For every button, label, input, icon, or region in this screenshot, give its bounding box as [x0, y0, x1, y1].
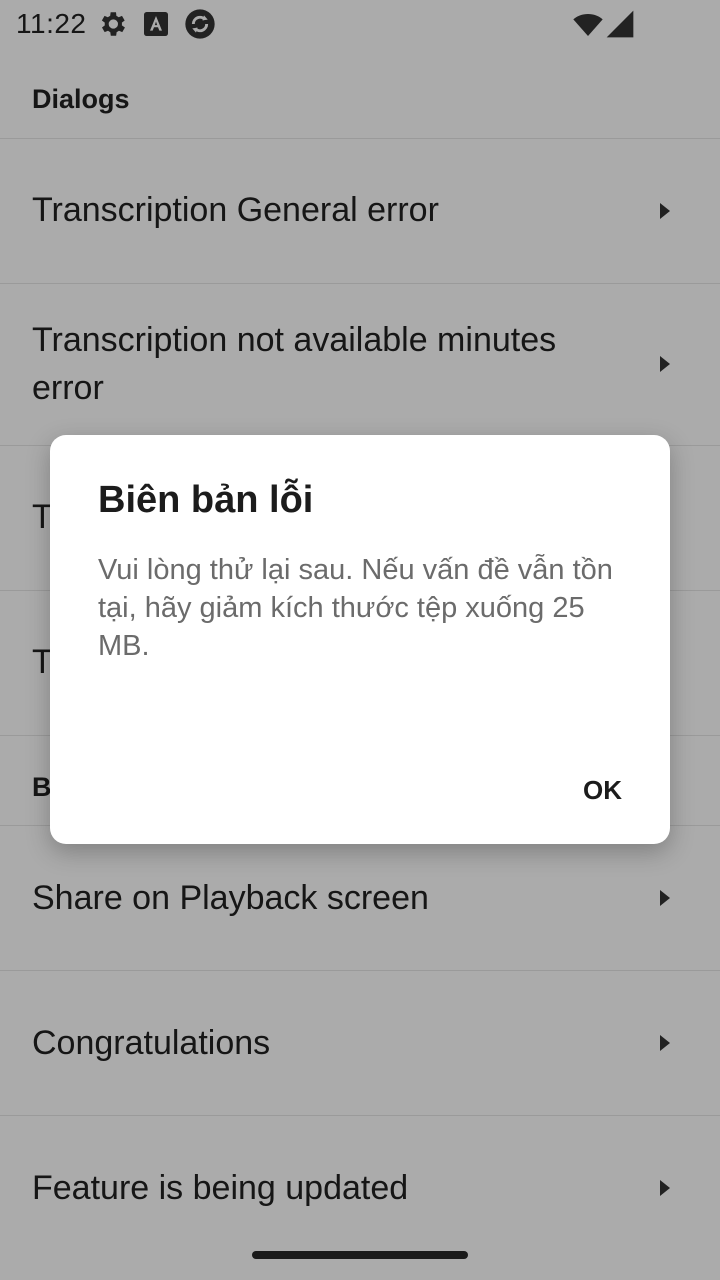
ok-button[interactable]: OK	[583, 775, 622, 806]
dialog-title: Biên bản lỗi	[98, 479, 314, 521]
dialog-message: Vui lòng thử lại sau. Nếu vấn đề vẫn tồn…	[98, 554, 613, 662]
error-dialog: Biên bản lỗi Vui lòng thử lại sau. Nếu v…	[50, 435, 670, 844]
gesture-nav-handle[interactable]	[252, 1251, 468, 1259]
